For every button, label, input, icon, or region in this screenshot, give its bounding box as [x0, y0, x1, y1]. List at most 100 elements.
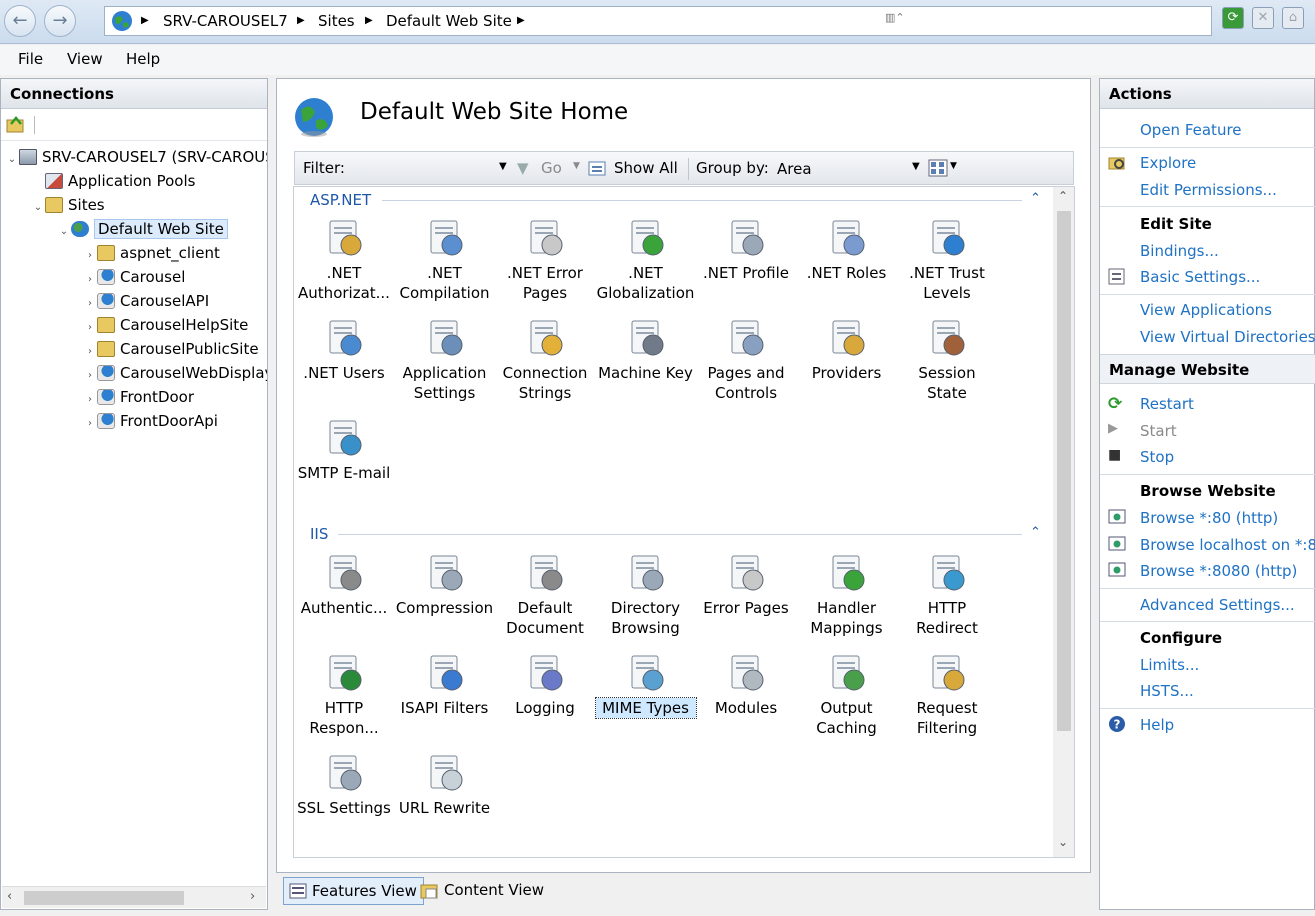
- explore-link[interactable]: Explore: [1140, 154, 1196, 172]
- scroll-right-icon[interactable]: ›: [250, 889, 255, 904]
- feature-application-settings[interactable]: Application Settings: [395, 317, 495, 403]
- feature-mime-types[interactable]: MIME Types: [594, 652, 697, 719]
- feature-handler-mappings[interactable]: Handler Mappings: [797, 552, 897, 638]
- feature-net-authorizat[interactable]: .NET Authorizat...: [294, 217, 394, 303]
- help-link[interactable]: Help: [1140, 716, 1174, 734]
- tree-node[interactable]: › FrontDoorApi: [5, 409, 267, 433]
- feature-net-trust-levels[interactable]: .NET Trust Levels: [897, 217, 997, 303]
- feature-isapi-filters[interactable]: ISAPI Filters: [395, 652, 495, 718]
- resize-grip-icon[interactable]: ▥⌃: [885, 11, 905, 24]
- tree-node[interactable]: ⌄ SRV-CAROUSEL7 (SRV-CAROUSEL7\: [5, 145, 267, 169]
- open-feature-link[interactable]: Open Feature: [1140, 121, 1242, 139]
- scroll-up-icon[interactable]: ⌃: [1058, 189, 1068, 203]
- stop-link[interactable]: Stop: [1140, 448, 1174, 466]
- content-view-tab[interactable]: Content View: [416, 877, 550, 905]
- feature-output-caching[interactable]: Output Caching: [797, 652, 897, 738]
- vertical-scrollbar[interactable]: ⌃ ⌄: [1053, 187, 1074, 857]
- tree-node[interactable]: › aspnet_client: [5, 241, 267, 265]
- feature-net-compilation[interactable]: .NET Compilation: [395, 217, 495, 303]
- group-by-dropdown-icon[interactable]: ▼: [912, 161, 920, 172]
- basic-settings-link[interactable]: Basic Settings...: [1140, 268, 1260, 286]
- view-virtual-directories-link[interactable]: View Virtual Directories: [1140, 328, 1315, 346]
- tree-node[interactable]: › CarouselPublicSite: [5, 337, 267, 361]
- feature-authentic[interactable]: Authentic...: [294, 552, 394, 618]
- feature-http-respon[interactable]: HTTP Respon...: [294, 652, 394, 738]
- view-mode-dropdown-icon[interactable]: ▼: [950, 161, 957, 171]
- collapse-arrow-icon[interactable]: ⌄: [5, 148, 19, 172]
- browse-8080-link[interactable]: Browse *:8080 (http): [1140, 562, 1297, 580]
- feature-session-state[interactable]: Session State: [897, 317, 997, 403]
- go-dropdown-icon[interactable]: ▼: [573, 161, 580, 171]
- tree-node[interactable]: ⌄ Sites: [5, 193, 267, 217]
- feature-smtp-e-mail[interactable]: SMTP E-mail: [294, 417, 394, 483]
- feature-request-filtering[interactable]: Request Filtering: [897, 652, 997, 738]
- feature-ssl-settings[interactable]: SSL Settings: [294, 752, 394, 818]
- scrollbar-thumb[interactable]: [24, 891, 184, 905]
- home-icon[interactable]: ⌂: [1282, 7, 1304, 29]
- filter-dropdown-icon[interactable]: ▼: [499, 161, 507, 172]
- feature-directory-browsing[interactable]: Directory Browsing: [596, 552, 696, 638]
- horizontal-scrollbar[interactable]: ‹ ›: [2, 886, 266, 908]
- collapse-group-icon[interactable]: ⌃: [1030, 525, 1041, 540]
- feature-logging[interactable]: Logging: [495, 652, 595, 718]
- breadcrumb-sites[interactable]: Sites: [318, 7, 355, 35]
- breadcrumb-server[interactable]: SRV-CAROUSEL7: [163, 7, 288, 35]
- start-link[interactable]: Start: [1140, 422, 1177, 440]
- feature-net-globalization[interactable]: .NET Globalization: [596, 217, 696, 303]
- browse-localhost-link[interactable]: Browse localhost on *:80: [1140, 536, 1315, 554]
- feature-connection-strings[interactable]: Connection Strings: [495, 317, 595, 403]
- tree-node[interactable]: › Carousel: [5, 265, 267, 289]
- tree-node[interactable]: › CarouselAPI: [5, 289, 267, 313]
- breadcrumb-site[interactable]: Default Web Site: [386, 7, 512, 35]
- feature-net-error-pages[interactable]: .NET Error Pages: [495, 217, 595, 303]
- feature-pages-and-controls[interactable]: Pages and Controls: [696, 317, 796, 403]
- limits-link[interactable]: Limits...: [1140, 656, 1199, 674]
- browse-80-link[interactable]: Browse *:80 (http): [1140, 509, 1278, 527]
- scroll-down-icon[interactable]: ⌄: [1058, 835, 1068, 849]
- tree-node[interactable]: › CarouselWebDisplay: [5, 361, 267, 385]
- group-header-iis[interactable]: IIS: [310, 525, 328, 543]
- tree-node[interactable]: › CarouselHelpSite: [5, 313, 267, 337]
- edit-permissions-link[interactable]: Edit Permissions...: [1140, 181, 1277, 199]
- bindings-link[interactable]: Bindings...: [1140, 242, 1219, 260]
- feature-compression[interactable]: Compression: [395, 552, 495, 618]
- connect-icon[interactable]: [6, 115, 26, 133]
- tree-node[interactable]: Application Pools: [5, 169, 267, 193]
- menu-file[interactable]: File: [18, 50, 43, 68]
- feature-net-users[interactable]: .NET Users: [294, 317, 394, 383]
- group-header-aspnet[interactable]: ASP.NET: [310, 191, 371, 209]
- view-mode-icon[interactable]: [928, 159, 948, 177]
- collapse-arrow-icon[interactable]: ⌄: [31, 196, 45, 220]
- collapse-arrow-icon[interactable]: ⌄: [57, 220, 71, 244]
- tree-node[interactable]: › FrontDoor: [5, 385, 267, 409]
- menu-help[interactable]: Help: [126, 50, 160, 68]
- feature-default-document[interactable]: Default Document: [495, 552, 595, 638]
- restart-link[interactable]: Restart: [1140, 395, 1194, 413]
- feature-http-redirect[interactable]: HTTP Redirect: [897, 552, 997, 638]
- back-button[interactable]: ←: [4, 5, 36, 37]
- refresh-icon[interactable]: ⟳: [1222, 7, 1244, 29]
- group-by-select[interactable]: Area: [777, 160, 812, 178]
- go-button[interactable]: Go: [541, 159, 562, 177]
- view-applications-link[interactable]: View Applications: [1140, 301, 1272, 319]
- filter-input[interactable]: [350, 155, 500, 181]
- hsts-link[interactable]: HSTS...: [1140, 682, 1194, 700]
- features-view-tab[interactable]: Features View: [283, 877, 424, 905]
- collapse-group-icon[interactable]: ⌃: [1030, 191, 1041, 206]
- feature-error-pages[interactable]: Error Pages: [696, 552, 796, 618]
- show-all-button[interactable]: Show All: [614, 159, 678, 177]
- feature-modules[interactable]: Modules: [696, 652, 796, 718]
- feature-net-roles[interactable]: .NET Roles: [797, 217, 897, 283]
- feature-providers[interactable]: Providers: [797, 317, 897, 383]
- scroll-left-icon[interactable]: ‹: [7, 889, 12, 904]
- feature-url-rewrite[interactable]: URL Rewrite: [395, 752, 495, 818]
- stop-icon[interactable]: ✕: [1252, 7, 1274, 29]
- tree-node[interactable]: ⌄ Default Web Site: [5, 217, 267, 241]
- expand-arrow-icon[interactable]: ›: [83, 412, 97, 436]
- address-bar[interactable]: ▶ SRV-CAROUSEL7 ▶ Sites ▶ Default Web Si…: [104, 6, 1212, 36]
- feature-machine-key[interactable]: Machine Key: [596, 317, 696, 383]
- advanced-settings-link[interactable]: Advanced Settings...: [1140, 596, 1295, 614]
- forward-button[interactable]: →: [44, 5, 76, 37]
- feature-net-profile[interactable]: .NET Profile: [696, 217, 796, 283]
- scrollbar-thumb[interactable]: [1057, 211, 1071, 731]
